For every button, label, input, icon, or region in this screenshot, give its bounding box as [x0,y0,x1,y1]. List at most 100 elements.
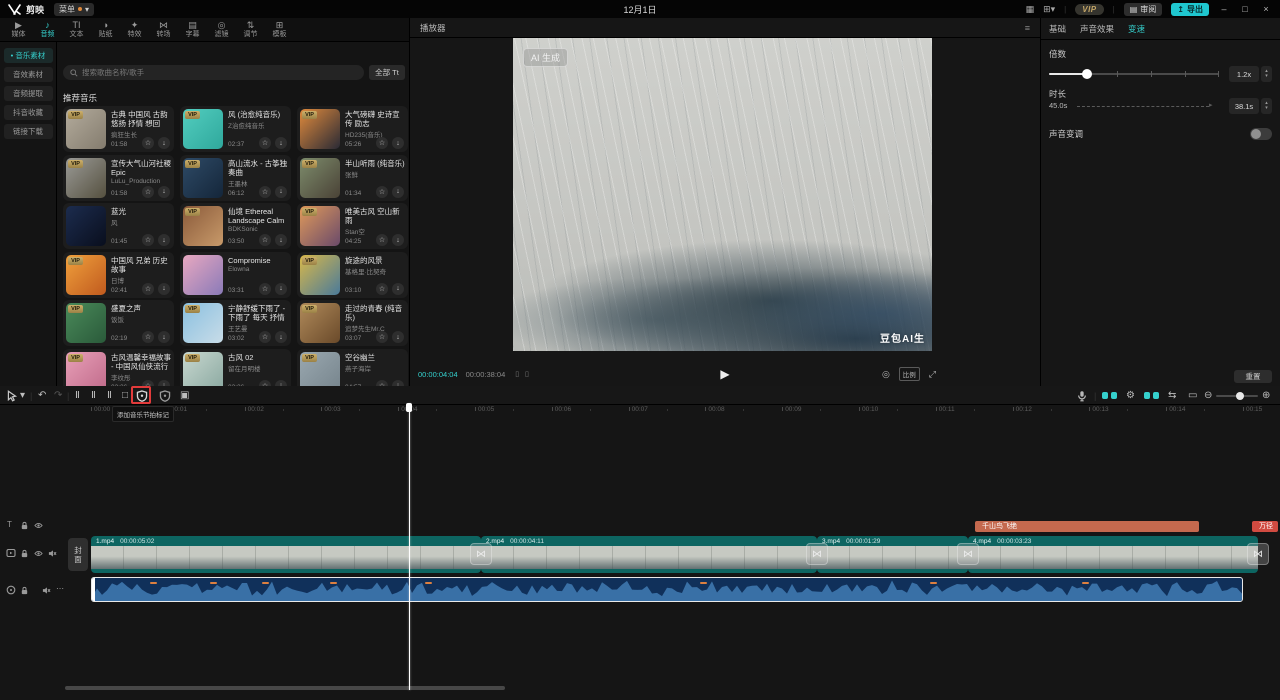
transition-icon[interactable]: ⋈ [470,543,492,565]
text-track-type-icon[interactable]: T [7,520,12,529]
library-filter-button[interactable]: 全部 Tt [369,65,405,80]
audio-track-type-icon[interactable] [6,585,16,595]
stepper-down-icon[interactable]: ▾ [1265,74,1268,79]
music-card[interactable]: 蓝光 风 01:45 ☆ ↓ [63,203,174,249]
sidebar-item-音效素材[interactable]: 音效素材 [4,67,53,82]
cover-button[interactable]: 封 面 [68,538,88,571]
music-card[interactable]: VIP 宁静舒缓下雨了 - 下雨了 每天 抒情钢琴轻音乐 王艺曼 03:02 ☆… [180,300,291,346]
download-icon[interactable]: ↓ [392,234,404,246]
vip-badge[interactable]: VIP [1075,4,1103,15]
music-card[interactable]: Compromise Elowna 03:31 ☆ ↓ [180,252,291,298]
search-input[interactable]: 搜索歌曲名称/歌手 [63,65,364,80]
layout-grid-icon[interactable]: ⊞▾ [1043,0,1055,18]
speed-stepper[interactable]: ▴ ▾ [1261,66,1272,82]
text-track-lock-icon[interactable] [20,521,29,530]
text-clip[interactable]: 万径 [1252,521,1278,532]
select-tool-caret[interactable]: ▾ [20,388,25,403]
tab-音频[interactable]: ♪ 音频 [33,18,62,41]
music-card[interactable]: VIP 大气磅礴 史诗宣传 励志 HD235(音乐) 05:26 ☆ ↓ [297,106,408,152]
duration-stepper[interactable]: ▴ ▾ [1261,98,1272,114]
music-card[interactable]: VIP 高山流水 - 古筝独奏曲 王墨林 06:12 ☆ ↓ [180,155,291,201]
timeline-ruler[interactable]: 00:0000:0100:0200:0300:0400:0500:0600:07… [0,405,1280,418]
text-track-visibility-icon[interactable] [34,521,43,530]
audio-track-lock-icon[interactable] [20,586,29,595]
zoom-knob[interactable] [1236,392,1244,400]
music-card[interactable]: VIP 中国风 兄弟 历史故事 日博 02:41 ☆ ↓ [63,252,174,298]
sidebar-item-链接下载[interactable]: 链接下载 [4,124,53,139]
music-card[interactable]: VIP 旋途的风景 基格里·比契奇 03:10 ☆ ↓ [297,252,408,298]
transition-icon[interactable]: ⋈ [806,543,828,565]
inspector-tab-基础[interactable]: 基础 [1049,23,1066,35]
download-icon[interactable]: ↓ [392,186,404,198]
delete-icon[interactable]: □ [122,388,128,403]
tab-贴纸[interactable]: ◑ 贴纸 [91,18,120,41]
music-card[interactable]: VIP 盛夏之声 饭饭 02:19 ☆ ↓ [63,300,174,346]
video-track-mute-icon[interactable] [48,549,57,558]
video-clip[interactable]: 2.mp4 00:00:04:11 [481,536,817,573]
sidebar-item-抖音收藏[interactable]: 抖音收藏 [4,105,53,120]
timeline-zoom-slider[interactable] [1216,388,1258,403]
manual-beat-icon[interactable] [159,388,171,403]
frame-step-icons[interactable]: ▯ ▯ [515,370,531,378]
transition-icon[interactable]: ⋈ [957,543,979,565]
tab-调节[interactable]: ⇅ 调节 [236,18,265,41]
clip-trim-handle[interactable] [92,578,95,601]
timeline-zoom-in-icon[interactable]: ⊕ [1262,388,1270,403]
favorite-star-icon[interactable]: ☆ [376,331,388,343]
auto-beat-icon[interactable] [136,388,148,403]
download-icon[interactable]: ↓ [275,234,287,246]
favorite-star-icon[interactable]: ☆ [376,234,388,246]
menu-button[interactable]: 菜单 ▾ [54,3,94,16]
trim-left-icon[interactable]: Ⅱ [91,388,96,403]
audio-track-more-icon[interactable]: ⋯ [56,584,64,593]
video-clip[interactable]: 4.mp4 00:00:03:23 [968,536,1258,573]
download-icon[interactable]: ↓ [158,137,170,149]
download-icon[interactable]: ↓ [275,186,287,198]
favorite-star-icon[interactable]: ☆ [376,186,388,198]
music-card[interactable]: VIP 古风温馨幸福故事 - 中国风仙侠流行音乐 李纹彤 02:36 ☆ ↓ [63,349,174,387]
layout-compact-icon[interactable]: ▦ [1026,0,1035,18]
favorite-star-icon[interactable]: ☆ [259,186,271,198]
music-card[interactable]: VIP 空谷幽兰 燕子海岸 04:57 ☆ ↓ [297,349,408,387]
record-voiceover-icon[interactable] [1076,388,1088,403]
window-minimize-button[interactable]: – [1218,4,1230,14]
preview-quality-icon[interactable]: ▭ [1188,388,1197,403]
tab-文本[interactable]: TI 文本 [62,18,91,41]
link-clips-icon[interactable]: ⇆ [1168,388,1176,403]
window-close-button[interactable]: × [1260,4,1272,14]
text-clip[interactable]: 千山鸟飞绝 [975,521,1199,532]
download-icon[interactable]: ↓ [275,137,287,149]
favorite-star-icon[interactable]: ☆ [142,331,154,343]
favorite-star-icon[interactable]: ☆ [259,137,271,149]
download-icon[interactable]: ↓ [392,137,404,149]
favorite-star-icon[interactable]: ☆ [142,186,154,198]
music-card[interactable]: VIP 走过的青春 (纯音乐) 追梦先生Mr.C 03:07 ☆ ↓ [297,300,408,346]
reset-button[interactable]: 重置 [1234,370,1272,383]
horizontal-scrollbar[interactable] [65,686,505,690]
favorite-star-icon[interactable]: ☆ [142,283,154,295]
tab-特效[interactable]: ✦ 特效 [120,18,149,41]
tab-转场[interactable]: ⋈ 转场 [149,18,178,41]
video-preview[interactable]: AI 生成 豆包AI生 [513,38,932,351]
download-icon[interactable]: ↓ [158,331,170,343]
linkage-icon[interactable]: ⚙ [1126,388,1135,403]
speed-slider-handle[interactable] [1082,69,1092,79]
video-track-type-icon[interactable] [6,548,16,558]
download-icon[interactable]: ↓ [275,283,287,295]
video-clip[interactable]: 1.mp4 00:00:05:02 [91,536,481,573]
trim-right-icon[interactable]: Ⅱ [107,388,112,403]
favorite-star-icon[interactable]: ☆ [259,331,271,343]
export-button[interactable]: ↥ 导出 [1171,3,1209,16]
select-tool-icon[interactable] [6,388,18,403]
music-card[interactable]: VIP 风 (治愈纯音乐) Z治愈纯音乐 02:37 ☆ ↓ [180,106,291,152]
favorite-star-icon[interactable]: ☆ [142,137,154,149]
speed-value[interactable]: 1.2x [1229,66,1259,82]
video-track-lock-icon[interactable] [20,549,29,558]
video-clip[interactable]: 3.mp4 00:00:01:29 [817,536,968,573]
favorite-star-icon[interactable]: ☆ [259,234,271,246]
music-card[interactable]: VIP 唯美古风 空山新雨 Stan空 04:25 ☆ ↓ [297,203,408,249]
download-icon[interactable]: ↓ [392,283,404,295]
favorite-star-icon[interactable]: ☆ [376,283,388,295]
tab-字幕[interactable]: ▤ 字幕 [178,18,207,41]
favorite-star-icon[interactable]: ☆ [259,283,271,295]
